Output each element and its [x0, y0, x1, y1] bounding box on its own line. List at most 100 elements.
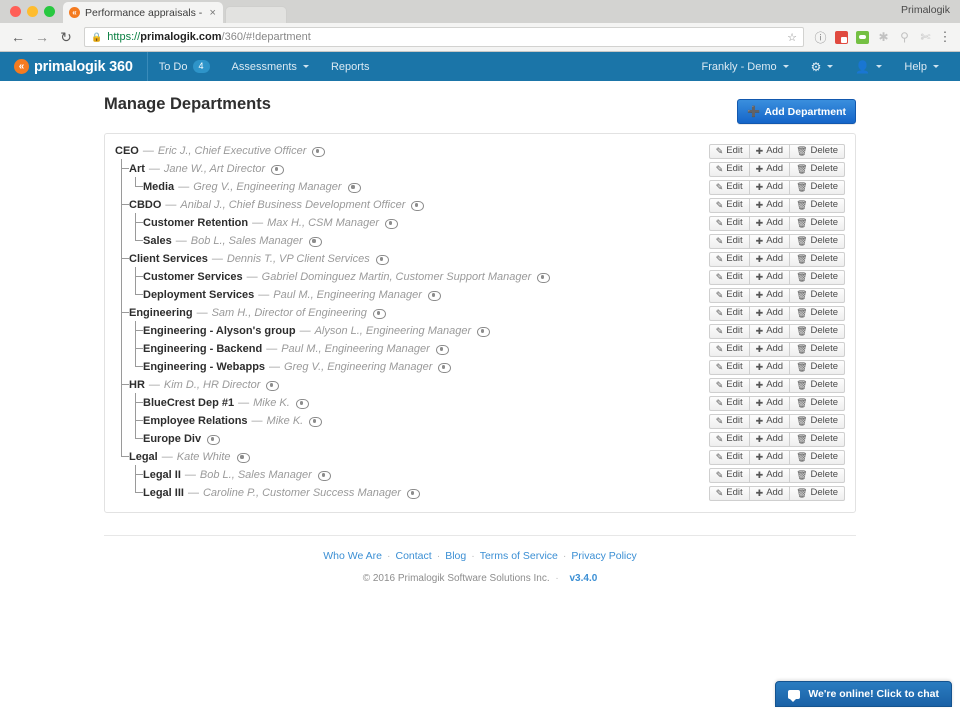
add-button[interactable]: ✚ Add: [748, 251, 791, 267]
forward-icon[interactable]: →: [32, 27, 52, 47]
add-button[interactable]: ✚ Add: [748, 287, 791, 303]
add-button[interactable]: ✚ Add: [748, 215, 791, 231]
back-icon[interactable]: ←: [8, 27, 28, 47]
minimize-window-button[interactable]: [27, 6, 38, 17]
eye-icon[interactable]: [427, 291, 441, 301]
eye-icon[interactable]: [406, 489, 420, 499]
delete-button[interactable]: 🗑 Delete: [789, 341, 845, 357]
extension-snowflake-icon[interactable]: ✱: [875, 29, 892, 46]
delete-button[interactable]: 🗑 Delete: [789, 179, 845, 195]
delete-button[interactable]: 🗑 Delete: [789, 485, 845, 501]
edit-button[interactable]: ✎ Edit: [708, 269, 750, 285]
add-button[interactable]: ✚ Add: [748, 197, 791, 213]
nav-item-settings[interactable]: ⚙: [800, 52, 845, 81]
eye-icon[interactable]: [411, 201, 425, 211]
eye-icon[interactable]: [347, 183, 361, 193]
nav-item-todo[interactable]: To Do 4: [148, 52, 221, 81]
add-button[interactable]: ✚ Add: [748, 161, 791, 177]
delete-button[interactable]: 🗑 Delete: [789, 467, 845, 483]
delete-button[interactable]: 🗑 Delete: [789, 143, 845, 159]
edit-button[interactable]: ✎ Edit: [708, 395, 750, 411]
add-button[interactable]: ✚ Add: [748, 413, 791, 429]
eye-icon[interactable]: [385, 219, 398, 229]
delete-button[interactable]: 🗑 Delete: [789, 251, 845, 267]
edit-button[interactable]: ✎ Edit: [708, 467, 750, 483]
delete-button[interactable]: 🗑 Delete: [789, 395, 845, 411]
edit-button[interactable]: ✎ Edit: [708, 161, 750, 177]
delete-button[interactable]: 🗑 Delete: [789, 377, 845, 393]
edit-button[interactable]: ✎ Edit: [708, 485, 750, 501]
browser-tab[interactable]: « Performance appraisals - 360 ×: [63, 2, 223, 23]
footer-link[interactable]: Privacy Policy: [571, 550, 636, 562]
reload-icon[interactable]: ↻: [56, 27, 76, 47]
edit-button[interactable]: ✎ Edit: [708, 359, 750, 375]
extension-green-icon[interactable]: [854, 29, 871, 46]
eye-icon[interactable]: [438, 363, 452, 373]
maximize-window-button[interactable]: [44, 6, 55, 17]
info-circle-icon[interactable]: ⓘ: [812, 29, 829, 46]
footer-link[interactable]: Terms of Service: [480, 550, 558, 562]
eye-icon[interactable]: [372, 309, 386, 319]
eye-icon[interactable]: [312, 147, 326, 157]
edit-button[interactable]: ✎ Edit: [708, 251, 750, 267]
add-button[interactable]: ✚ Add: [748, 485, 791, 501]
extension-person-icon[interactable]: ⚲: [896, 29, 913, 46]
add-button[interactable]: ✚ Add: [748, 449, 791, 465]
delete-button[interactable]: 🗑 Delete: [789, 413, 845, 429]
brand-logo[interactable]: « primalogik 360: [0, 52, 148, 81]
edit-button[interactable]: ✎ Edit: [708, 323, 750, 339]
eye-icon[interactable]: [435, 345, 449, 355]
add-button[interactable]: ✚ Add: [748, 305, 791, 321]
add-button[interactable]: ✚ Add: [748, 377, 791, 393]
add-button[interactable]: ✚ Add: [748, 269, 791, 285]
delete-button[interactable]: 🗑 Delete: [789, 449, 845, 465]
delete-button[interactable]: 🗑 Delete: [789, 215, 845, 231]
delete-button[interactable]: 🗑 Delete: [789, 233, 845, 249]
edit-button[interactable]: ✎ Edit: [708, 341, 750, 357]
footer-link[interactable]: Contact: [396, 550, 432, 562]
add-department-button[interactable]: ➕ Add Department: [737, 99, 856, 124]
nav-item-reports[interactable]: Reports: [320, 52, 381, 81]
delete-button[interactable]: 🗑 Delete: [789, 323, 845, 339]
eye-icon[interactable]: [236, 453, 250, 463]
delete-button[interactable]: 🗑 Delete: [789, 431, 845, 447]
eye-icon[interactable]: [309, 417, 323, 427]
eye-icon[interactable]: [266, 381, 280, 391]
eye-icon[interactable]: [477, 327, 491, 337]
delete-button[interactable]: 🗑 Delete: [789, 197, 845, 213]
window-controls[interactable]: [8, 0, 63, 23]
close-window-button[interactable]: [10, 6, 21, 17]
edit-button[interactable]: ✎ Edit: [708, 305, 750, 321]
add-button[interactable]: ✚ Add: [748, 431, 791, 447]
eye-icon[interactable]: [308, 237, 322, 247]
eye-icon[interactable]: [207, 435, 221, 445]
nav-item-account[interactable]: Frankly - Demo: [690, 52, 799, 81]
add-button[interactable]: ✚ Add: [748, 359, 791, 375]
delete-button[interactable]: 🗑 Delete: [789, 359, 845, 375]
edit-button[interactable]: ✎ Edit: [708, 413, 750, 429]
add-button[interactable]: ✚ Add: [748, 143, 791, 159]
edit-button[interactable]: ✎ Edit: [708, 215, 750, 231]
extension-red-icon[interactable]: [833, 29, 850, 46]
add-button[interactable]: ✚ Add: [748, 467, 791, 483]
add-button[interactable]: ✚ Add: [748, 233, 791, 249]
extension-scissors-icon[interactable]: ✄: [917, 29, 934, 46]
delete-button[interactable]: 🗑 Delete: [789, 305, 845, 321]
edit-button[interactable]: ✎ Edit: [708, 197, 750, 213]
add-button[interactable]: ✚ Add: [748, 395, 791, 411]
edit-button[interactable]: ✎ Edit: [708, 179, 750, 195]
browser-menu-icon[interactable]: ⋮: [938, 29, 952, 45]
bookmark-star-icon[interactable]: ☆: [787, 31, 797, 44]
delete-button[interactable]: 🗑 Delete: [789, 287, 845, 303]
tab-close-icon[interactable]: ×: [208, 7, 217, 19]
eye-icon[interactable]: [295, 399, 309, 409]
eye-icon[interactable]: [317, 471, 331, 481]
edit-button[interactable]: ✎ Edit: [708, 287, 750, 303]
nav-item-profile[interactable]: 👤: [844, 52, 893, 81]
edit-button[interactable]: ✎ Edit: [708, 233, 750, 249]
add-button[interactable]: ✚ Add: [748, 323, 791, 339]
eye-icon[interactable]: [271, 165, 285, 175]
delete-button[interactable]: 🗑 Delete: [789, 161, 845, 177]
new-tab-button[interactable]: [225, 6, 287, 23]
eye-icon[interactable]: [375, 255, 389, 265]
